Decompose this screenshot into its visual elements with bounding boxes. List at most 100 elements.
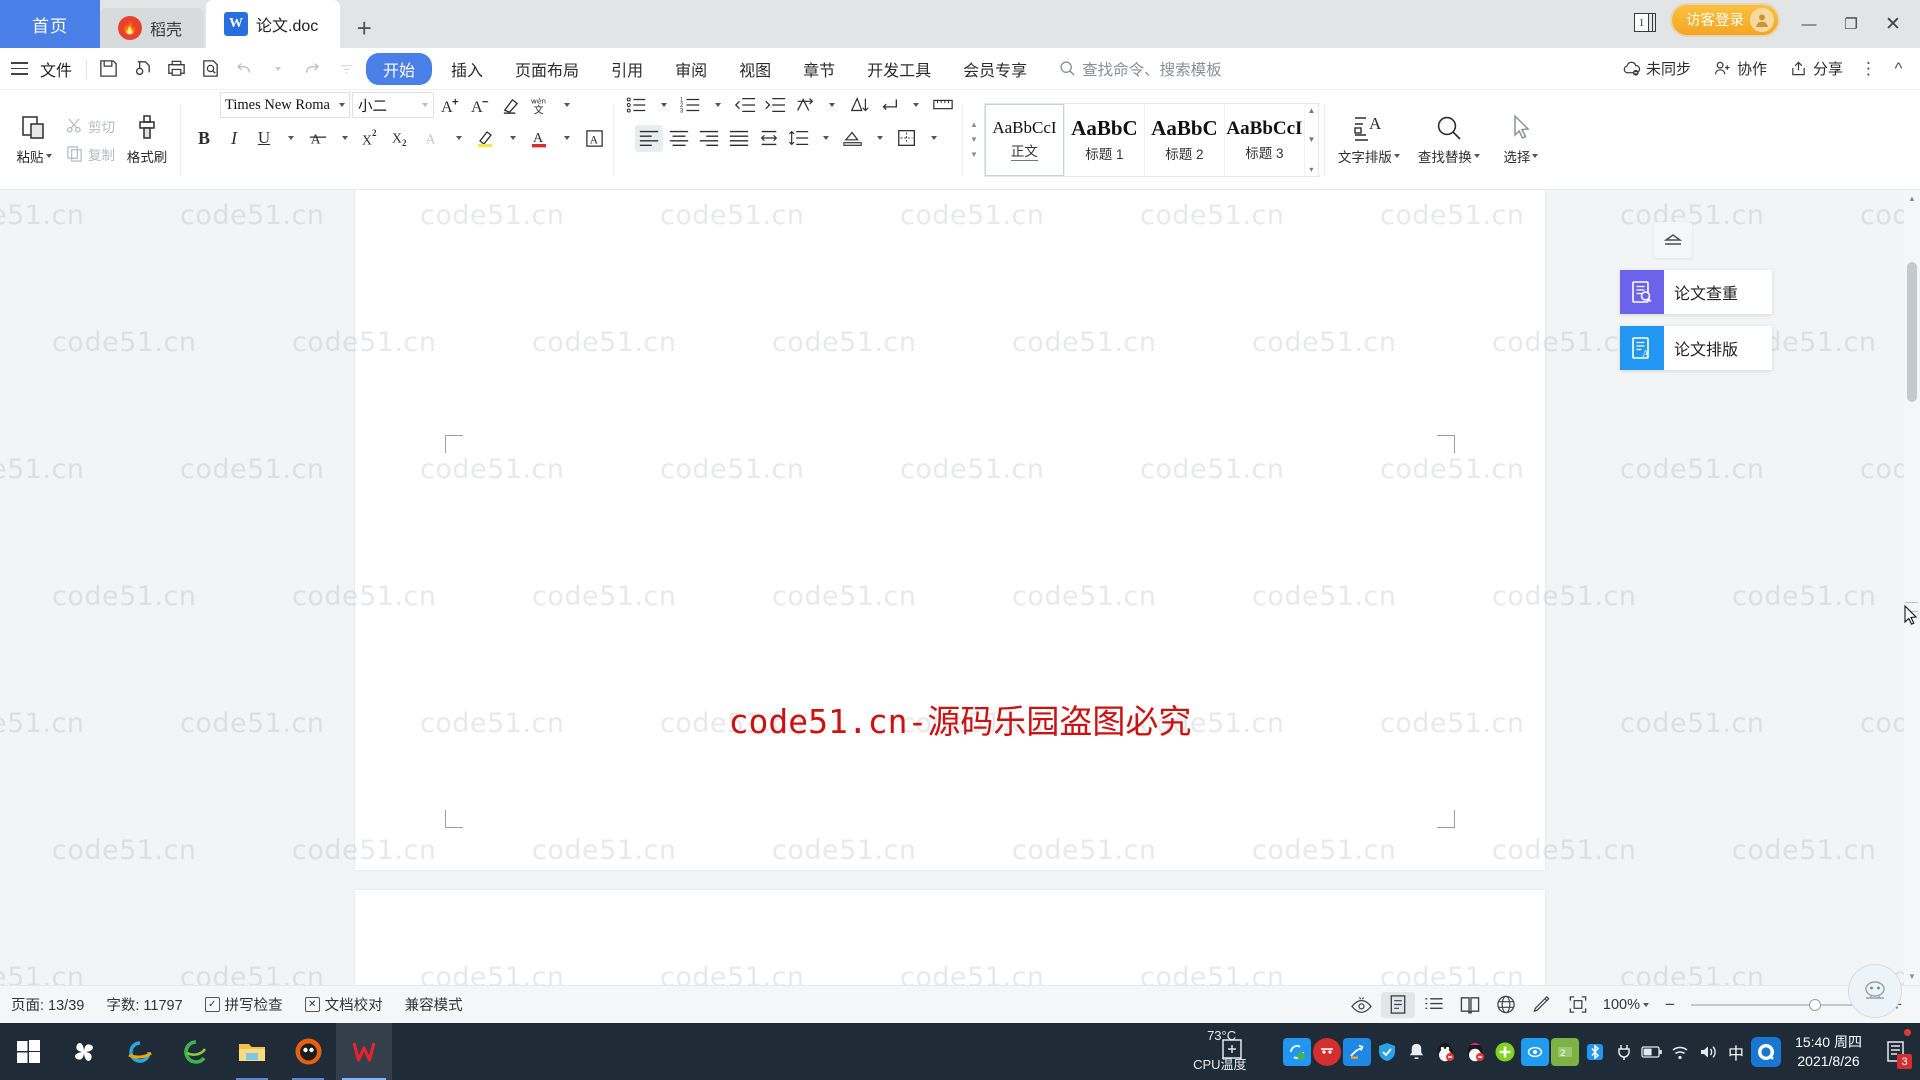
ime-indicator[interactable]: 中	[1723, 1037, 1749, 1067]
text-effects-icon[interactable]: A	[418, 125, 446, 152]
notification-center-button[interactable]: 3	[1876, 1023, 1916, 1080]
taskbar-clock[interactable]: 15:40 周四 2021/8/26	[1783, 1033, 1874, 1071]
font-name-combo[interactable]: Times New Roma	[220, 92, 350, 118]
style-gallery-scrollbar[interactable]: ▲ ▼ ▾	[1304, 103, 1318, 176]
clear-formatting-icon[interactable]	[496, 92, 524, 119]
style-heading-3[interactable]: AaBbCcI 标题 3	[1224, 103, 1305, 176]
undo-icon[interactable]	[227, 52, 261, 86]
orange-browser-icon[interactable]	[280, 1023, 336, 1080]
cloud-disk-tray-icon[interactable]	[1521, 1037, 1550, 1066]
print-layout-view-icon[interactable]	[1380, 991, 1415, 1018]
green-browser-icon[interactable]	[168, 1023, 224, 1080]
sync-status-button[interactable]: 未同步	[1613, 58, 1700, 79]
align-center-button[interactable]	[665, 125, 693, 152]
tab-insert[interactable]: 插入	[438, 54, 496, 84]
format-painter-button[interactable]: 格式刷	[119, 113, 175, 166]
new-tab-button[interactable]: +	[342, 8, 386, 48]
tab-references[interactable]: 引用	[598, 54, 656, 84]
zoom-level[interactable]: 100%	[1597, 997, 1655, 1013]
borders-icon[interactable]	[893, 125, 921, 152]
ruler-icon[interactable]	[929, 92, 957, 119]
close-button[interactable]: ✕	[1872, 0, 1914, 48]
find-replace-button[interactable]: 查找替换	[1408, 113, 1490, 166]
justify-button[interactable]	[725, 125, 753, 152]
numbered-dropdown-icon[interactable]	[707, 92, 729, 119]
font-size-combo[interactable]: 小二	[352, 92, 434, 118]
doc-proofing-toggle[interactable]: ✕ 文档校对	[294, 994, 394, 1015]
wps-office-icon[interactable]	[336, 1023, 392, 1080]
style-scroll-arrows[interactable]: ▲ ▼ ▼	[970, 120, 978, 158]
bullet-dropdown-icon[interactable]	[653, 92, 675, 119]
bullet-list-icon[interactable]	[623, 92, 651, 119]
increase-indent-icon[interactable]	[761, 92, 789, 119]
vertical-scrollbar[interactable]: ▲ ▼	[1904, 190, 1920, 985]
font-color-icon[interactable]: A	[526, 125, 554, 152]
qq-penguin-icon[interactable]	[1431, 1038, 1459, 1066]
scroll-down-icon[interactable]: ▼	[1904, 968, 1920, 985]
screen-capture-tray-icon[interactable]: 2	[1551, 1037, 1580, 1066]
bold-button[interactable]: B	[190, 125, 218, 152]
undo-dropdown-icon[interactable]	[261, 52, 295, 86]
pinyin-dropdown-icon[interactable]	[556, 92, 578, 119]
show-marks-icon[interactable]	[875, 92, 903, 119]
collaborate-button[interactable]: 协作	[1704, 58, 1776, 79]
print-icon[interactable]	[159, 52, 193, 86]
shading-dropdown-icon[interactable]	[869, 125, 891, 152]
file-explorer-icon[interactable]	[224, 1023, 280, 1080]
slider-knob[interactable]	[1809, 998, 1821, 1011]
sort-icon[interactable]	[845, 92, 873, 119]
borders-dropdown-icon[interactable]	[923, 125, 945, 152]
text-direction-icon[interactable]	[791, 92, 819, 119]
start-button[interactable]	[0, 1023, 56, 1080]
paper-plagiarism-check-button[interactable]: 论文查重	[1620, 270, 1772, 314]
style-normal[interactable]: AaBbCcI 正文	[984, 103, 1065, 176]
tab-member[interactable]: 会员专享	[950, 54, 1040, 84]
security-tray-icon[interactable]	[1313, 1037, 1342, 1066]
save-icon[interactable]	[91, 52, 125, 86]
volume-icon[interactable]	[1695, 1037, 1721, 1067]
internet-explorer-icon[interactable]	[112, 1023, 168, 1080]
wechat-tray-icon[interactable]	[1491, 1038, 1519, 1066]
scroll-up-icon[interactable]: ▲	[1307, 106, 1315, 115]
document-tab-daoke[interactable]: 🔥 稻壳	[100, 8, 205, 48]
qq-pink-penguin-icon[interactable]	[1461, 1038, 1489, 1066]
expand-gallery-icon[interactable]: ▾	[1309, 165, 1313, 174]
tab-review[interactable]: 审阅	[662, 54, 720, 84]
document-tab-lunwen[interactable]: W 论文.doc	[206, 0, 341, 48]
upload-tray-icon[interactable]	[1343, 1037, 1372, 1066]
reading-view-icon[interactable]	[1453, 992, 1487, 1018]
collapse-ribbon-icon[interactable]: ^	[1886, 59, 1912, 79]
tab-page-layout[interactable]: 页面布局	[502, 54, 592, 84]
tab-start[interactable]: 开始	[366, 52, 433, 85]
eye-icon[interactable]	[1345, 992, 1379, 1018]
save-as-icon[interactable]	[125, 52, 159, 86]
web-layout-view-icon[interactable]	[1489, 992, 1523, 1018]
pen-icon[interactable]	[1525, 992, 1559, 1018]
strikethrough-dropdown-icon[interactable]	[334, 125, 356, 152]
qq-browser-tray-icon[interactable]	[1751, 1036, 1782, 1067]
redo-icon[interactable]	[295, 52, 329, 86]
style-heading-1[interactable]: AaBbC 标题 1	[1064, 103, 1145, 176]
wifi-icon[interactable]	[1667, 1037, 1693, 1067]
text-effects-dropdown-icon[interactable]	[448, 125, 470, 152]
paste-button[interactable]: 粘贴	[6, 113, 62, 166]
scroll-up-icon[interactable]: ▲	[1904, 190, 1920, 207]
scrollbar-thumb[interactable]	[1907, 262, 1917, 402]
word-count[interactable]: 字数: 11797	[95, 994, 193, 1015]
panel-collapse-button[interactable]	[1654, 222, 1692, 258]
notification-bell-icon[interactable]	[1403, 1037, 1429, 1067]
italic-button[interactable]: I	[220, 125, 248, 152]
help-assistant-button[interactable]	[1848, 964, 1902, 1018]
text-layout-button[interactable]: A 文字排版	[1330, 113, 1408, 166]
distribute-button[interactable]	[755, 125, 783, 152]
minimize-button[interactable]: —	[1788, 0, 1830, 48]
numbered-list-icon[interactable]: 123	[677, 92, 705, 119]
decrease-indent-icon[interactable]	[731, 92, 759, 119]
battery-icon[interactable]	[1639, 1037, 1665, 1067]
superscript-icon[interactable]: X2	[358, 125, 386, 152]
select-button[interactable]: 选择	[1490, 113, 1552, 166]
maximize-button[interactable]: ❐	[1830, 0, 1872, 48]
strikethrough-icon[interactable]: A	[304, 125, 332, 152]
tab-section[interactable]: 章节	[790, 54, 848, 84]
fullscreen-icon[interactable]	[1561, 992, 1595, 1018]
